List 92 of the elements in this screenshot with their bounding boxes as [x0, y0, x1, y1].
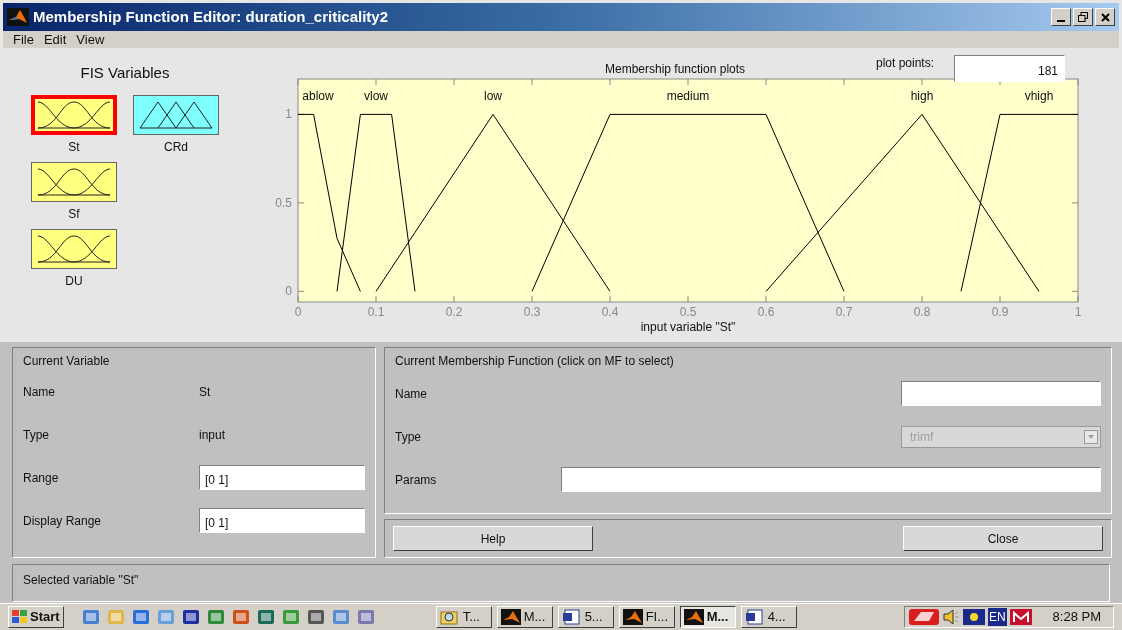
tick-label: 1 [285, 107, 292, 122]
search-icon [439, 609, 460, 625]
restore-icon [1078, 12, 1088, 22]
field-label: Display Range [23, 512, 103, 530]
membership-curve[interactable] [297, 113, 361, 292]
curve-label: medium [666, 89, 710, 103]
tick-label: 0.3 [523, 305, 541, 319]
dialog-button[interactable]: Close [903, 526, 1103, 551]
field-value: input [199, 426, 226, 444]
variable-label: St [68, 138, 80, 156]
minimize-icon [1057, 20, 1065, 22]
app-logo-icon [683, 609, 704, 625]
membership-curve[interactable] [336, 113, 416, 292]
quick-launch-icon[interactable] [256, 609, 275, 625]
field-label: Range [23, 469, 60, 487]
start-button[interactable]: Start [8, 606, 64, 628]
bell-curves-icon [37, 100, 111, 129]
clock: 8:28 PM [1052, 608, 1101, 627]
plot-points-field[interactable]: 181 [954, 55, 1065, 82]
taskbar-button[interactable]: T... [435, 606, 492, 628]
input-field[interactable]: [0 1] [199, 465, 365, 490]
taskbar-button[interactable]: 5... [557, 606, 614, 628]
tick-label: 1 [1074, 305, 1082, 319]
tick-label: 0 [285, 284, 292, 299]
document-icon [744, 609, 765, 625]
variable-button[interactable] [31, 94, 117, 135]
tick-label: 0.5 [275, 195, 292, 210]
app-logo-icon [7, 8, 29, 26]
plot-title: Membership function plots [605, 61, 746, 78]
curve-label: low [484, 89, 502, 103]
curve-label: vlow [364, 89, 388, 103]
app-logo-icon [622, 609, 643, 625]
restore-button[interactable] [1073, 8, 1093, 26]
bell-curves-icon [37, 167, 111, 196]
field-label: Name [395, 385, 428, 403]
input-field[interactable] [561, 467, 1101, 492]
triangles-icon [139, 100, 213, 129]
field-label: Type [23, 426, 50, 444]
menu-item[interactable]: View [76, 29, 105, 50]
curve-label: high [910, 89, 934, 103]
field-value: St [199, 383, 211, 401]
app-logo-icon [500, 609, 521, 625]
plot-points-label: plot points: [876, 55, 935, 72]
bell-curves-icon [37, 234, 111, 263]
variable-label: CRd [164, 138, 188, 156]
variable-button[interactable] [133, 94, 219, 135]
menu-item[interactable]: File [13, 29, 34, 50]
taskbar-button[interactable]: 4... [740, 606, 797, 628]
panel-title: FIS Variables [79, 63, 171, 83]
tray-app-icon[interactable] [1009, 609, 1032, 625]
dialog-button[interactable]: Help [393, 526, 593, 551]
close-icon [1100, 12, 1110, 22]
tick-label: 0.8 [913, 305, 931, 319]
variable-button[interactable] [31, 228, 117, 269]
input-field[interactable]: [0 1] [199, 508, 365, 533]
taskbar-button[interactable]: M... [496, 606, 553, 628]
field-label: Name [23, 383, 56, 401]
window-title: Membership Function Editor: duration_criticality2 [33, 6, 389, 27]
variable-label: DU [65, 272, 83, 290]
axis-label: input variable "St" [640, 320, 736, 334]
tick-label: 0.5 [679, 305, 697, 319]
variable-label: Sf [68, 205, 80, 223]
field-label: Type [395, 428, 422, 446]
curve-label: ablow [302, 89, 334, 103]
close-window-button[interactable] [1095, 8, 1115, 26]
tick-label: 0.2 [445, 305, 463, 319]
tick-label: 0.4 [601, 305, 619, 319]
field-label: Params [395, 471, 438, 489]
document-icon [561, 609, 582, 625]
taskbar-button[interactable]: FI... [618, 606, 675, 628]
language-indicator[interactable]: EN [988, 608, 1007, 626]
variable-button[interactable] [31, 161, 117, 202]
tick-label: 0.1 [367, 305, 385, 319]
quick-launch-icon[interactable] [306, 609, 325, 625]
tick-label: 0.7 [835, 305, 853, 319]
tick-label: 0 [294, 305, 302, 319]
graphics-tray-icon[interactable] [909, 609, 939, 625]
speaker-icon[interactable] [942, 609, 960, 625]
network-tray-icon[interactable] [963, 609, 985, 625]
minimize-button[interactable] [1051, 8, 1071, 26]
quick-launch-icon[interactable] [131, 609, 150, 625]
taskbar-button[interactable]: M... [679, 606, 736, 628]
tick-label: 0.9 [991, 305, 1009, 319]
panel-title: Current Membership Function (click on MF to select) [395, 353, 675, 370]
tick-label: 0.6 [757, 305, 775, 319]
panel-title: Current Variable [23, 353, 111, 370]
quick-launch-icon[interactable] [181, 609, 200, 625]
curve-label: vhigh [1024, 89, 1054, 103]
menu-item[interactable]: Edit [43, 29, 67, 50]
windows-logo-icon [12, 610, 28, 624]
status-text: Selected variable "St" [23, 573, 139, 587]
input-field[interactable] [901, 381, 1101, 406]
